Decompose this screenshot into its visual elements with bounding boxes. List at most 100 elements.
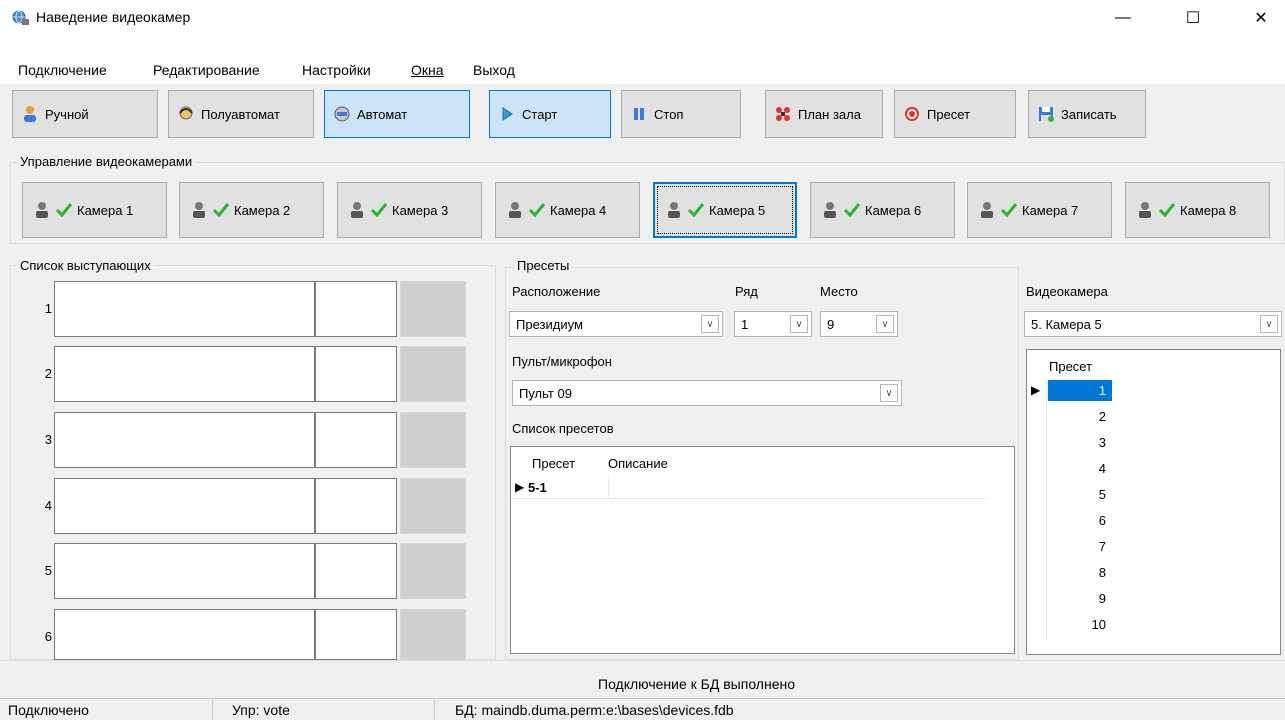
camera-button-4[interactable]: Камера 4 <box>495 182 640 238</box>
camera-preset-row[interactable]: 6 <box>1048 508 1112 534</box>
camera-preset-row[interactable]: 3 <box>1048 430 1112 456</box>
preset-col-header: Пресет <box>532 456 576 471</box>
camera-button-label: Камера 2 <box>234 202 291 218</box>
close-button[interactable]: ✕ <box>1238 0 1284 36</box>
speaker-action-button[interactable] <box>400 609 466 660</box>
camera-operator-icon <box>668 202 680 218</box>
auto-mode-label: Автомат <box>357 106 408 122</box>
camera-preset-row[interactable]: 5 <box>1048 482 1112 508</box>
preset-button[interactable]: Пресет <box>894 90 1016 138</box>
menu-settings[interactable]: Настройки <box>302 62 371 78</box>
manual-mode-label: Ручной <box>45 106 89 122</box>
hall-plan-button[interactable]: План зала <box>765 90 883 138</box>
camera-button-label: Камера 5 <box>709 202 766 218</box>
speaker-action-button[interactable] <box>400 281 466 337</box>
camera-operator-icon <box>509 202 521 218</box>
speaker-name-field[interactable] <box>54 281 315 337</box>
camera-operator-icon <box>824 202 836 218</box>
auto-mode-button[interactable]: Автомат <box>324 90 470 138</box>
location-label: Расположение <box>512 284 601 299</box>
camera-button-label: Камера 7 <box>1022 202 1079 218</box>
row-pointer-icon: ▶ <box>1031 383 1041 397</box>
stop-button[interactable]: Стоп <box>621 90 741 138</box>
menu-bar: Подключение Редактирование Настройки Окн… <box>0 58 1285 84</box>
row-pointer-icon: ▶ <box>515 480 525 494</box>
speaker-extra-field[interactable] <box>315 543 397 599</box>
user-icon <box>24 106 36 122</box>
camera-preset-row[interactable]: 1 <box>1048 380 1112 401</box>
speaker-extra-field[interactable] <box>315 346 397 402</box>
row-select[interactable]: 1 ∨ <box>734 311 812 337</box>
menu-edit[interactable]: Редактирование <box>153 62 260 78</box>
semiauto-mode-label: Полуавтомат <box>201 106 280 122</box>
speaker-action-button[interactable] <box>400 412 466 468</box>
speaker-extra-field[interactable] <box>315 412 397 468</box>
stop-label: Стоп <box>654 106 684 122</box>
speaker-extra-field[interactable] <box>315 609 397 660</box>
camera-button-8[interactable]: Камера 8 <box>1125 182 1270 238</box>
camera-button-2[interactable]: Камера 2 <box>179 182 324 238</box>
camera-button-5[interactable]: Камера 5 <box>653 182 797 238</box>
location-select[interactable]: Президиум ∨ <box>509 311 723 337</box>
minimize-button[interactable]: — <box>1100 0 1146 36</box>
speaker-number: 6 <box>44 629 52 644</box>
camera-operator-icon <box>981 202 993 218</box>
checkmark-icon <box>1158 203 1176 218</box>
speaker-action-button[interactable] <box>400 346 466 402</box>
speaker-name-field[interactable] <box>54 412 315 468</box>
speaker-action-button[interactable] <box>400 543 466 599</box>
hall-plan-icon <box>776 107 790 121</box>
speaker-number: 1 <box>44 301 52 316</box>
camera-button-label: Камера 6 <box>865 202 922 218</box>
camera-preset-row[interactable]: 10 <box>1048 612 1112 638</box>
camera-preset-row[interactable]: 4 <box>1048 456 1112 482</box>
maximize-button[interactable]: ☐ <box>1170 0 1216 36</box>
speaker-extra-field[interactable] <box>315 478 397 534</box>
chevron-down-icon: ∨ <box>790 315 808 333</box>
videocamera-label: Видеокамера <box>1026 284 1108 299</box>
camera-button-1[interactable]: Камера 1 <box>22 182 167 238</box>
checkmark-icon <box>687 203 705 218</box>
camera-button-label: Камера 4 <box>550 202 607 218</box>
seat-select[interactable]: 9 ∨ <box>820 311 898 337</box>
save-button[interactable]: Записать <box>1028 90 1146 138</box>
camera-preset-row[interactable]: 8 <box>1048 560 1112 586</box>
camera-operator-icon <box>1139 202 1151 218</box>
description-col-header: Описание <box>608 456 668 471</box>
speaker-name-field[interactable] <box>54 346 315 402</box>
camera-preset-row[interactable]: 9 <box>1048 586 1112 612</box>
speaker-extra-field[interactable] <box>315 281 397 337</box>
start-label: Старт <box>522 106 558 122</box>
semiauto-mode-button[interactable]: Полуавтомат <box>168 90 314 138</box>
camera-preset-row[interactable]: 2 <box>1048 404 1112 430</box>
speaker-number: 3 <box>44 432 52 447</box>
camera-button-6[interactable]: Камера 6 <box>810 182 955 238</box>
checkmark-icon <box>55 203 73 218</box>
camera-button-3[interactable]: Камера 3 <box>337 182 482 238</box>
speaker-name-field[interactable] <box>54 543 315 599</box>
toolbar: Ручной Полуавтомат Автомат Старт Стоп Пл… <box>0 84 1285 154</box>
checkmark-icon <box>1000 203 1018 218</box>
console-select[interactable]: Пульт 09 ∨ <box>512 380 902 406</box>
speaker-action-button[interactable] <box>400 478 466 534</box>
menu-exit[interactable]: Выход <box>473 62 515 78</box>
preset-list-grid[interactable]: Пресет Описание ▶ 5-1 <box>510 446 1015 654</box>
speaker-number: 5 <box>44 563 52 578</box>
start-button[interactable]: Старт <box>489 90 611 138</box>
videocamera-value: 5. Камера 5 <box>1031 316 1102 332</box>
hall-plan-label: План зала <box>798 106 861 122</box>
status-user: Упр: vote <box>232 702 290 718</box>
menu-connection[interactable]: Подключение <box>18 62 107 78</box>
speakers-title: Список выступающих <box>17 258 154 273</box>
camera-preset-row[interactable]: 7 <box>1048 534 1112 560</box>
row-value: 1 <box>741 316 749 332</box>
speaker-name-field[interactable] <box>54 478 315 534</box>
camera-button-7[interactable]: Камера 7 <box>967 182 1112 238</box>
table-row[interactable]: ▶ 5-1 <box>511 477 987 499</box>
menu-windows[interactable]: Окна <box>411 62 444 78</box>
speaker-name-field[interactable] <box>54 609 315 660</box>
manual-mode-button[interactable]: Ручной <box>12 90 158 138</box>
app-globe-icon <box>12 10 29 25</box>
save-label: Записать <box>1061 106 1117 122</box>
videocamera-select[interactable]: 5. Камера 5 ∨ <box>1024 311 1282 337</box>
